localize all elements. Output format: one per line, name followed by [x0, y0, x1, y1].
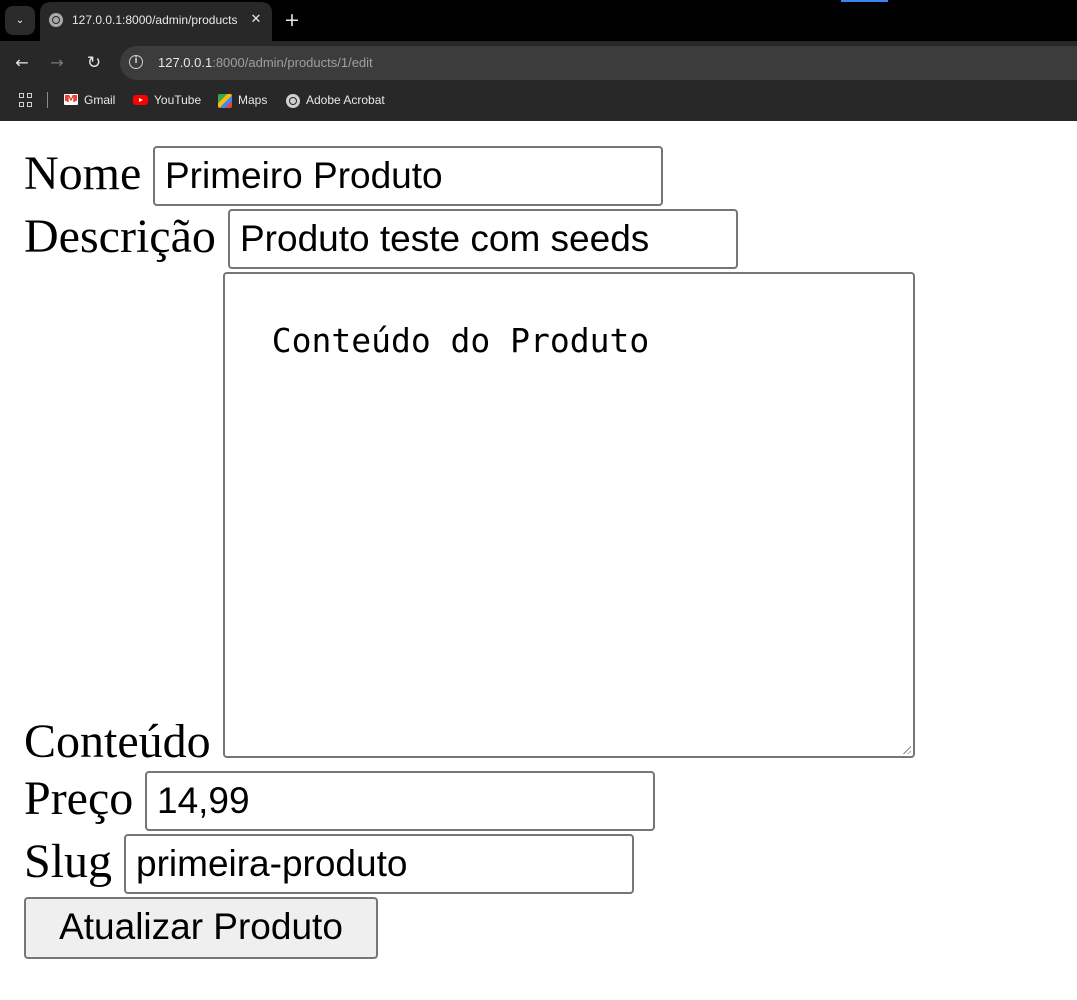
close-icon[interactable]: ✕: [246, 9, 266, 31]
url-path: :8000/admin/products/1/edit: [212, 55, 373, 70]
bookmark-adobe-acrobat[interactable]: Adobe Acrobat: [286, 91, 385, 109]
globe-icon: [49, 13, 63, 27]
bookmark-label: Gmail: [84, 93, 116, 107]
resize-handle-icon[interactable]: [902, 745, 911, 754]
apps-grid-icon[interactable]: [19, 93, 33, 107]
tab-strip: ⌄ 127.0.0.1:8000/admin/products/1/edit ✕…: [0, 0, 1077, 41]
bookmark-gmail[interactable]: Gmail: [64, 91, 115, 109]
bookmark-label: Adobe Acrobat: [306, 93, 385, 107]
bookmark-label: YouTube: [154, 93, 202, 107]
atualizar-produto-button[interactable]: Atualizar Produto: [24, 897, 378, 959]
nome-label: Nome: [24, 147, 142, 200]
youtube-icon: [133, 94, 148, 105]
slug-label: Slug: [24, 835, 113, 888]
active-tab[interactable]: 127.0.0.1:8000/admin/products/1/edit ✕: [40, 2, 272, 41]
new-tab-button[interactable]: +: [282, 8, 302, 32]
maps-icon: [218, 93, 232, 108]
conteudo-label: Conteúdo: [24, 715, 211, 768]
address-url[interactable]: 127.0.0.1:8000/admin/products/1/edit: [158, 55, 373, 70]
accent-indicator: [841, 0, 888, 2]
descricao-label: Descrição: [24, 210, 216, 263]
bookmark-youtube[interactable]: YouTube: [133, 91, 201, 109]
tab-title: 127.0.0.1:8000/admin/products/1/edit: [72, 13, 237, 27]
bookmark-maps[interactable]: Maps: [218, 91, 267, 109]
tab-search-button[interactable]: ⌄: [5, 6, 35, 35]
conteudo-textarea[interactable]: Conteúdo do Produto: [223, 272, 915, 758]
preco-input[interactable]: 14,99: [145, 771, 655, 831]
forward-button[interactable]: →: [44, 50, 70, 76]
nome-input[interactable]: Primeiro Produto: [153, 146, 663, 206]
browser-toolbar: ← → ↻ i 127.0.0.1:8000/admin/products/1/…: [0, 41, 1077, 85]
conteudo-text: Conteúdo do Produto: [271, 321, 650, 360]
site-info-icon[interactable]: i: [129, 55, 143, 69]
back-button[interactable]: ←: [9, 50, 35, 76]
chevron-down-icon: ⌄: [15, 15, 25, 26]
bookmark-label: Maps: [238, 93, 268, 107]
slug-input[interactable]: primeira-produto: [124, 834, 634, 894]
preco-label: Preço: [24, 772, 134, 825]
url-host: 127.0.0.1: [158, 55, 213, 70]
bookmarks-divider: [47, 92, 48, 108]
gmail-icon: [64, 91, 78, 109]
descricao-input[interactable]: Produto teste com seeds: [228, 209, 738, 269]
reload-button[interactable]: ↻: [81, 50, 107, 76]
address-bar[interactable]: i 127.0.0.1:8000/admin/products/1/edit: [120, 46, 1077, 80]
globe-icon: [286, 93, 300, 108]
